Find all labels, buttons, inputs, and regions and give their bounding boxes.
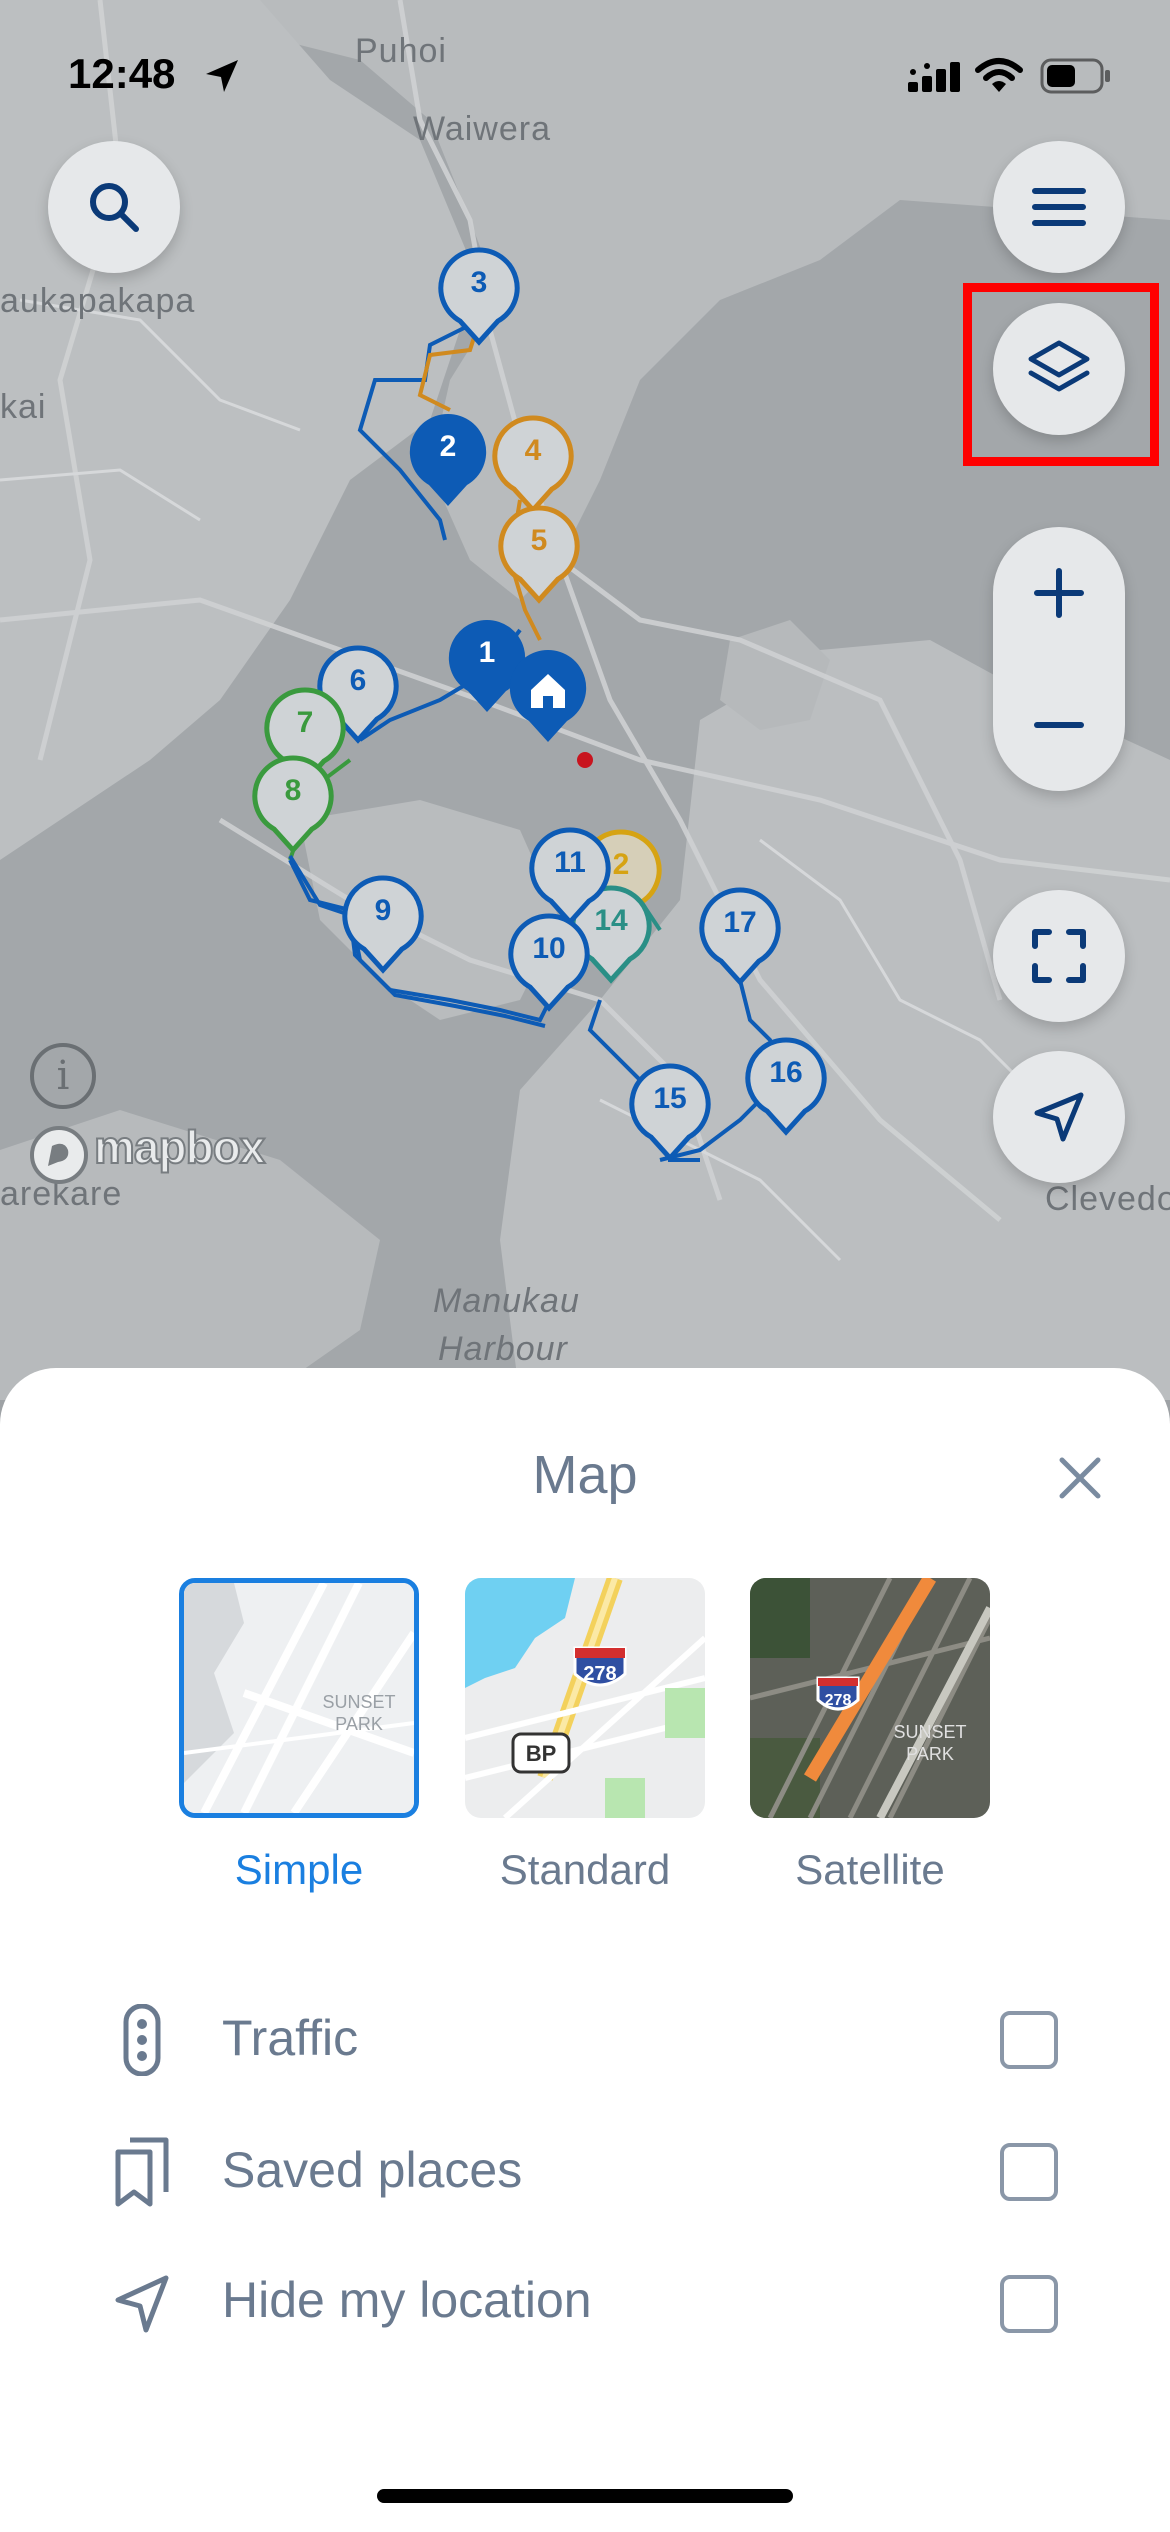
plus-icon [1034,568,1084,618]
sheet-title: Map [532,1445,638,1505]
map-pin-8[interactable]: 8 [250,754,336,854]
my-location-button[interactable] [993,1051,1125,1183]
mapbox-logo-icon [30,1126,88,1184]
traffic-checkbox[interactable] [1000,2011,1058,2069]
pin-number: 15 [653,1082,687,1115]
map-pin-16[interactable]: 16 [743,1036,829,1136]
map-pin-3[interactable]: 3 [436,246,522,346]
option-traffic-label: Traffic [222,2010,359,2066]
close-icon [1059,1457,1101,1499]
pin-number: 4 [524,434,542,467]
bookmarks-icon [115,2137,169,2207]
pin-number: 17 [723,906,757,939]
place-label-harbour: Harbour [438,1330,568,1368]
saved-places-checkbox[interactable] [1000,2143,1058,2201]
map-pin-11[interactable]: 11 [527,826,613,926]
close-button[interactable] [1040,1438,1120,1518]
satellite-park-text: PARK [906,1744,954,1764]
place-label-kaukapakapa: aukapakapa [0,282,196,320]
location-arrow-outline-icon [115,2275,169,2333]
mapbox-logo: mapbox [93,1120,266,1174]
search-button[interactable] [48,141,180,273]
place-label-manukau: Manukau [433,1282,580,1320]
satellite-sunset-text: SUNSET [893,1722,966,1742]
map-type-satellite-label[interactable]: Satellite [720,1846,1020,1894]
fullscreen-frame-icon [1032,929,1086,983]
battery-icon [1040,58,1110,94]
search-icon [90,183,139,232]
thumb-sunset-text: SUNSET [322,1692,395,1712]
option-saved-places-label: Saved places [222,2142,523,2198]
minus-icon [1034,722,1084,728]
pin-number: 11 [554,846,586,879]
map-pin-2[interactable]: 2 [405,410,491,510]
wifi-icon [975,58,1023,92]
place-label-kai: kai [0,388,47,426]
fit-bounds-button[interactable] [993,890,1125,1022]
layers-button-highlight [963,283,1159,466]
attribution-info-button[interactable]: i [30,1043,96,1109]
map-type-standard-label[interactable]: Standard [435,1846,735,1894]
map-type-satellite[interactable]: 278 SUNSET PARK [750,1578,990,1818]
place-label-clevedon: Clevedo [1045,1180,1170,1218]
map-type-simple-label[interactable]: Simple [149,1846,449,1894]
map-pin-4[interactable]: 4 [490,414,576,514]
hamburger-menu-icon [1032,188,1086,226]
option-hide-location-label: Hide my location [222,2272,592,2328]
standard-map-preview: 278 BP [465,1578,705,1818]
map-pin-home[interactable] [505,646,591,746]
pin-number: 7 [296,706,314,739]
pin-number: 8 [284,774,302,807]
pin-number: 5 [530,524,548,557]
satellite-shield-text: 278 [825,1692,852,1709]
map-type-standard[interactable]: 278 BP [465,1578,705,1818]
zoom-out-button[interactable] [993,659,1125,791]
hide-location-checkbox[interactable] [1000,2275,1058,2333]
home-indicator[interactable] [377,2489,793,2503]
map-pin-5[interactable]: 5 [496,504,582,604]
pin-number: 16 [769,1056,803,1089]
bp-logo-text: BP [526,1741,557,1766]
map-pin-15[interactable]: 15 [627,1062,713,1162]
place-label-waiwera: Waiwera [413,110,551,148]
map-pin-17[interactable]: 17 [697,886,783,986]
pin-number: 3 [470,266,488,299]
zoom-controls [993,527,1125,791]
simple-map-preview: SUNSET PARK [184,1583,414,1813]
navigation-arrow-icon [1034,1092,1084,1142]
cellular-signal-icon [908,62,960,92]
home-pin-icon [509,649,587,742]
map-pin-9[interactable]: 9 [340,874,426,974]
thumb-park-text: PARK [335,1714,383,1734]
map-pin-10[interactable]: 10 [506,912,592,1012]
interstate-shield-text: 278 [583,1663,616,1685]
status-time: 12:48 [68,50,176,97]
map-style-sheet: Map SUNSET PARK 278 BP 278 SUNSET PARK S… [0,1368,1170,2532]
map-type-simple[interactable]: SUNSET PARK [179,1578,419,1818]
satellite-map-preview: 278 SUNSET PARK [750,1578,990,1818]
zoom-in-button[interactable] [993,527,1125,659]
map-view[interactable]: Puhoi Waiwera aukapakapa kai arekare Cle… [0,0,1170,1400]
status-bar: 12:48 [0,50,1170,110]
location-arrow-icon [206,60,238,92]
traffic-light-icon [123,2004,161,2076]
pin-number: 2 [439,430,457,463]
pin-number: 10 [532,932,566,965]
menu-button[interactable] [993,141,1125,273]
pin-number: 9 [374,894,392,927]
